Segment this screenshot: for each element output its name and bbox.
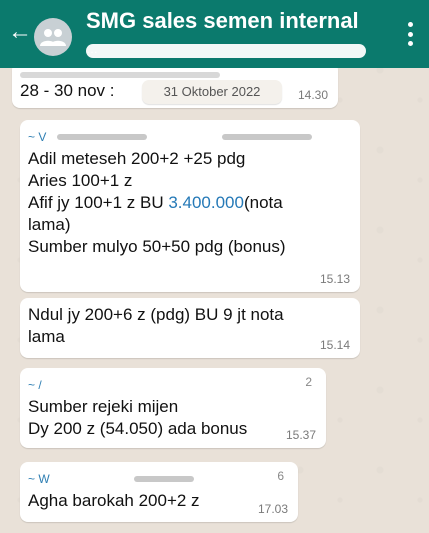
message-time: 17.03 [257,502,288,516]
message-text: Agha barokah 200+2 z [28,491,200,510]
message-line: Afif jy 100+1 z BU 3.400.000(nota [28,193,283,212]
message-line: Dy 200 z (54.050) ada bonus [28,419,248,438]
message-bubble[interactable]: ~ V Adil meteseh 200+2 +25 pdg Aries 100… [20,120,360,292]
sender-row: ~ V [28,126,348,146]
sender-name[interactable]: ~ / [28,378,42,392]
group-avatar-icon[interactable] [34,18,72,56]
chat-title[interactable]: SMG sales semen internal [86,8,359,34]
message-line: Ndul jy 200+6 z (pdg) BU 9 jt nota [28,305,284,324]
sender-row: ~ / 2 [28,374,318,394]
message-line: Sumber rejeki mijen [28,397,179,416]
message-bubble[interactable]: ~ / 2 Sumber rejeki mijen Dy 200 z (54.0… [20,368,326,448]
sender-tail: 2 [305,375,312,389]
message-bubble[interactable]: Ndul jy 200+6 z (pdg) BU 9 jt nota lama … [20,298,360,358]
message-body: Sumber rejeki mijen Dy 200 z (54.050) ad… [28,396,328,440]
message-line: Sumber mulyo 50+50 pdg (bonus) [28,237,286,256]
message-time: 14.30 [297,88,328,102]
sender-name[interactable]: ~ V [28,130,46,144]
chat-header: ← SMG sales semen internal … [0,0,429,68]
message-time: 15.37 [285,428,316,442]
more-vert-icon[interactable] [407,22,413,46]
message-bubble[interactable]: ~ W 6 Agha barokah 200+2 z 17.03 [20,462,298,522]
date-chip: 31 Oktober 2022 [142,80,282,104]
message-line: lama) [28,215,71,234]
message-line: Adil meteseh 200+2 +25 pdg [28,149,246,168]
message-text: 28 - 30 nov : [20,81,115,100]
subtitle-redaction [86,44,366,58]
amount-link[interactable]: 3.400.000 [168,193,244,212]
sender-row: ~ W 6 [28,468,288,488]
message-time: 15.14 [319,338,350,352]
group-people-icon [40,29,66,46]
sender-name[interactable]: ~ W [28,472,50,486]
message-body: Adil meteseh 200+2 +25 pdg Aries 100+1 z… [28,148,356,258]
message-line: lama [28,327,65,346]
sender-tail: 6 [277,469,284,483]
message-time: 15.13 [319,272,350,286]
message-line: Aries 100+1 z [28,171,133,190]
message-body: Ndul jy 200+6 z (pdg) BU 9 jt nota lama [28,304,348,348]
arrow-left-icon[interactable]: ← [8,20,32,44]
